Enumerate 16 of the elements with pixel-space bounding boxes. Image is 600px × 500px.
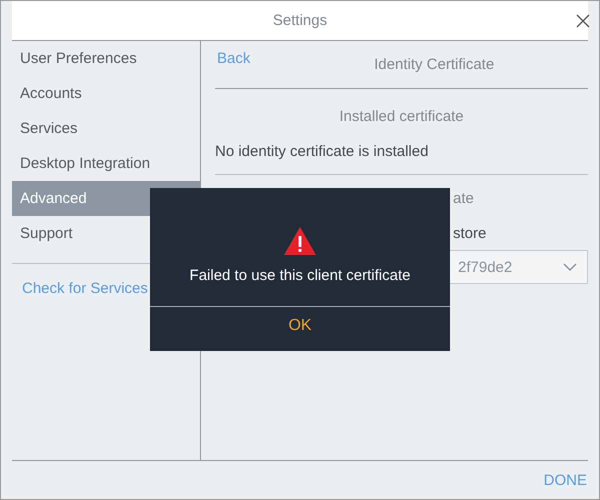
close-icon[interactable] [576, 14, 590, 28]
warning-icon [284, 227, 316, 255]
page-title: Identity Certificate [373, 56, 496, 73]
sidebar-item[interactable]: Desktop Integration [12, 146, 200, 181]
sidebar-item[interactable]: Accounts [12, 76, 200, 111]
error-message: Failed to use this client certificate [190, 267, 410, 284]
window-title: Settings [272, 12, 328, 29]
field-label: store [453, 225, 486, 242]
chevron-icon [563, 263, 577, 271]
section-heading: Installed certificate [338, 108, 465, 125]
status-text: No identity certificate is installed [215, 143, 430, 160]
sidebar-item[interactable]: Support [12, 216, 200, 251]
sidebar-item[interactable]: Services [12, 111, 200, 146]
sidebar-item[interactable]: User Preferences [12, 41, 200, 76]
section-heading: ate [453, 190, 474, 207]
ok-button[interactable]: OK [278, 317, 322, 335]
